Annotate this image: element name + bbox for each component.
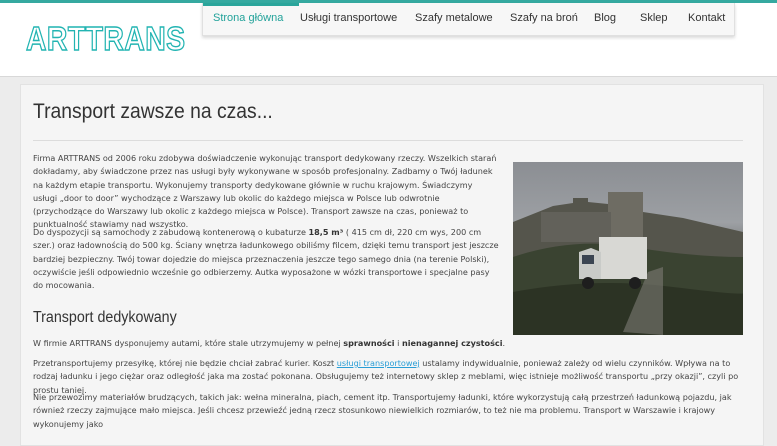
active-tab-indicator: [203, 3, 299, 6]
nav-item-home[interactable]: Strona główna: [213, 12, 283, 24]
fleet-text-mid: i: [394, 338, 402, 348]
vehicles-paragraph: Do dyspozycji są samochody z zabudową ko…: [33, 226, 499, 292]
truck-photo: [513, 162, 743, 335]
transport-services-link[interactable]: usługi transportowej: [337, 358, 420, 368]
volume-value: 18,5 m³: [308, 227, 344, 237]
nav-item-metal-cabinets[interactable]: Szafy metalowe: [415, 12, 493, 24]
nav-item-gun-cabinets[interactable]: Szafy na broń: [510, 12, 578, 24]
materials-paragraph: Nie przewozimy materiałów brudzących, ta…: [33, 392, 732, 429]
vehicles-text-a: Do dyspozycji są samochody z zabudową ko…: [33, 227, 309, 237]
main-nav: Strona główna Usługi transportowe Szafy …: [202, 3, 735, 36]
truck-castle-image: [513, 192, 743, 335]
title-divider: [33, 140, 743, 141]
nav-item-contact[interactable]: Kontakt: [688, 12, 725, 24]
fleet-text-end: .: [502, 338, 506, 348]
intro-paragraph: Firma ARTTRANS od 2006 roku zdobywa dośw…: [33, 153, 497, 230]
pricing-text-a: Przetransportujemy przesyłkę, której nie…: [33, 358, 337, 368]
fleet-text-a: W firmie ARTTRANS dysponujemy autami, kt…: [33, 338, 344, 348]
nav-item-services[interactable]: Usługi transportowe: [300, 12, 397, 24]
site-logo[interactable]: ARTTRANS: [25, 19, 185, 58]
fleet-bold-1: sprawności: [343, 338, 395, 348]
fleet-paragraph: W firmie ARTTRANS dysponujemy autami, kt…: [33, 337, 743, 350]
page-title: Transport zawsze na czas...: [33, 100, 273, 123]
section-heading-dedicated-transport: Transport dedykowany: [33, 309, 177, 326]
nav-item-shop[interactable]: Sklep: [640, 12, 668, 24]
nav-item-blog[interactable]: Blog: [594, 12, 616, 24]
fleet-bold-2: nienagannej czystości: [401, 338, 503, 348]
